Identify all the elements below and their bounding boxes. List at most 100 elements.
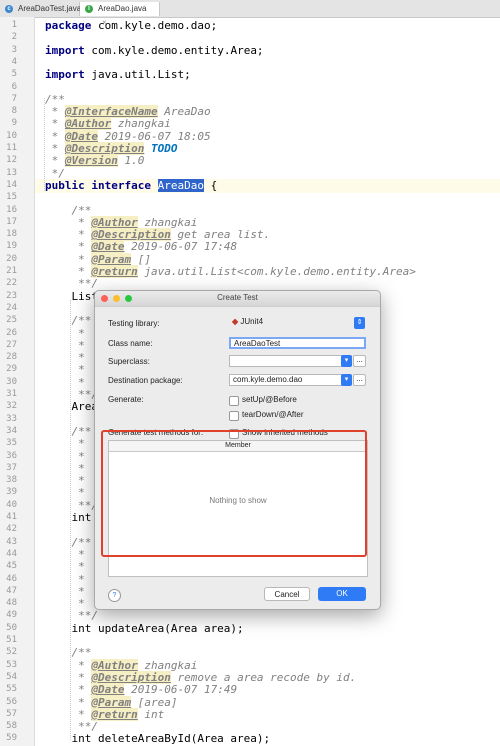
highlight-annotation-box [101,430,367,557]
code-line[interactable]: * @return int [45,707,164,721]
code-line[interactable]: */ [45,167,65,180]
code-line[interactable]: int deleteAreaById(Area area); [45,732,270,745]
line-number: 5 [11,69,17,80]
code-line[interactable]: * [45,339,85,352]
code-line[interactable]: * @Version 1.0 [45,154,144,168]
code-line[interactable]: * @Author zhangkai [45,117,171,131]
line-number: 13 [6,167,17,178]
line-number: 43 [6,536,17,547]
line-number: 59 [6,733,17,744]
testing-library-label: Testing library: [108,319,160,328]
class-name-label: Class name: [108,339,153,348]
code-line[interactable]: * @Date 2019-06-07 17:49 [45,683,237,697]
code-line[interactable]: * @Date 2019-06-07 17:48 [45,240,237,254]
help-button[interactable]: ? [108,589,121,602]
tab-label: AreaDao.java [98,4,147,13]
code-line[interactable]: /** [45,646,91,659]
code-line[interactable]: /** [45,93,65,106]
code-line[interactable]: * [45,450,85,463]
tab-areadaotest[interactable]: c AreaDaoTest.java [0,2,82,16]
destination-package-input[interactable]: com.kyle.demo.dao [229,374,342,386]
code-line[interactable]: **/ [45,277,98,290]
line-number: 54 [6,671,17,682]
code-line[interactable]: **/ [45,609,98,622]
line-number: 48 [6,598,17,609]
class-name-input[interactable]: AreaDaoTest [229,337,366,349]
code-line[interactable]: /** [45,425,91,438]
code-line[interactable]: * @Param [area] [45,695,177,709]
line-number: 44 [6,548,17,559]
chevron-updown-icon[interactable]: ⇕ [354,317,365,329]
code-line[interactable]: import java.util.List; [45,68,191,81]
code-line[interactable]: * [45,351,85,364]
line-number: 3 [11,44,17,55]
code-line[interactable]: /** [45,536,91,549]
line-number: 57 [6,708,17,719]
destination-browse-button[interactable]: ... [353,374,366,386]
teardown-checkbox[interactable] [229,411,239,421]
code-line[interactable]: * @Description TODO [45,142,177,155]
interface-i-icon: I [85,5,93,13]
line-number: 37 [6,462,17,473]
dialog-titlebar: Create Test [95,291,380,307]
line-number: 55 [6,684,17,695]
line-number: 51 [6,635,17,645]
line-number: 28 [6,352,17,363]
testing-library-value: JUnit4 [240,317,264,326]
code-line[interactable]: * [45,548,85,561]
code-line[interactable]: * @Description get area list. [45,228,270,242]
chevron-down-icon[interactable]: ▾ [341,355,352,367]
code-line[interactable]: * @Param [] [45,252,151,266]
superclass-browse-button[interactable]: ... [353,355,366,367]
code-line[interactable]: /** [45,204,91,217]
code-line[interactable]: * [45,363,85,376]
code-line[interactable]: public interface AreaDao { [45,178,217,192]
cancel-button[interactable]: Cancel [264,587,310,601]
code-line[interactable]: List [45,290,98,303]
code-line[interactable]: **/ [45,388,98,401]
line-number: 40 [6,499,17,510]
code-line[interactable]: * [45,560,85,573]
line-number: 46 [6,573,17,584]
code-line[interactable]: int updateArea(Area area); [45,622,243,635]
code-line[interactable]: * [45,474,85,487]
code-line[interactable]: * [45,327,85,340]
code-line[interactable]: Area [45,400,98,413]
line-number: 8 [11,106,17,117]
line-number: 15 [6,192,17,203]
code-line[interactable]: * @Description remove a area recode by i… [45,670,356,684]
ok-button[interactable]: OK [318,587,366,601]
code-line[interactable]: * [45,376,85,389]
code-line[interactable]: **/ [45,499,98,512]
line-number: 2 [11,32,17,43]
code-line[interactable]: * [45,486,85,499]
line-number: 23 [6,290,17,301]
tab-areadao[interactable]: I AreaDao.java × [80,2,160,27]
setup-checkbox[interactable] [229,396,239,406]
code-line[interactable]: * @InterfaceName AreaDao [45,105,211,119]
code-line[interactable]: int [45,511,91,524]
tab-label: AreaDaoTest.java [18,4,82,13]
dialog-title: Create Test [217,293,258,302]
code-line[interactable]: /** [45,314,91,327]
code-line[interactable]: * @Date 2019-06-07 18:05 [45,129,211,143]
superclass-input[interactable] [229,355,342,367]
code-line[interactable]: * [45,573,85,586]
code-line[interactable]: import com.kyle.demo.entity.Area; [45,44,264,57]
code-line[interactable]: **/ [45,720,98,733]
code-line[interactable]: * [45,437,85,450]
line-number: 14 [6,179,17,190]
line-number: 30 [6,376,17,387]
code-line[interactable]: * [45,585,85,598]
line-number: 42 [6,524,17,535]
code-line[interactable]: * [45,462,85,475]
code-line[interactable]: * @return java.util.List<com.kyle.demo.e… [45,265,416,278]
testing-library-select[interactable]: ◆ JUnit4 [229,317,353,329]
code-line[interactable]: * @Author zhangkai [45,658,197,672]
code-line[interactable]: * @Author zhangkai [45,215,197,229]
line-number: 58 [6,721,17,732]
line-number: 4 [11,56,17,67]
code-line[interactable]: package com.kyle.demo.dao; [45,19,217,32]
code-line[interactable]: * [45,597,85,610]
chevron-down-icon[interactable]: ▾ [341,374,352,386]
